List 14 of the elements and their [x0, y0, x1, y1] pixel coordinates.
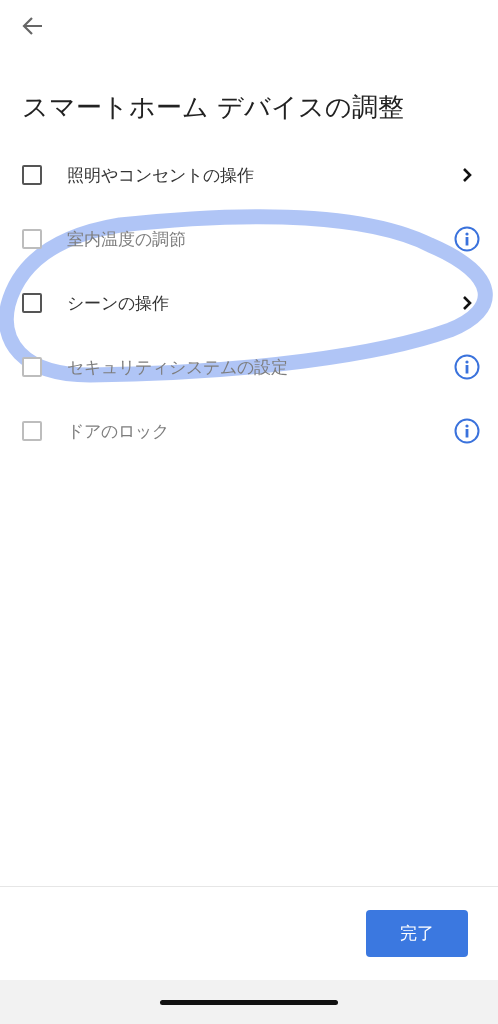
option-label: 照明やコンセントの操作	[67, 163, 255, 187]
home-indicator[interactable]	[160, 999, 338, 1005]
page-title: スマートホーム デバイスの調整	[22, 91, 406, 124]
chevron-right-icon[interactable]	[462, 167, 472, 183]
info-icon[interactable]	[454, 418, 480, 444]
option-label: シーンの操作	[67, 291, 170, 315]
done-button[interactable]: 完了	[366, 910, 468, 957]
chevron-right-icon[interactable]	[462, 295, 472, 311]
back-arrow-icon[interactable]	[21, 16, 43, 36]
info-icon[interactable]	[454, 354, 480, 380]
checkbox[interactable]	[22, 293, 42, 313]
checkbox[interactable]	[22, 165, 42, 185]
info-icon[interactable]	[454, 226, 480, 252]
option-label: ドアのロック	[67, 419, 170, 443]
